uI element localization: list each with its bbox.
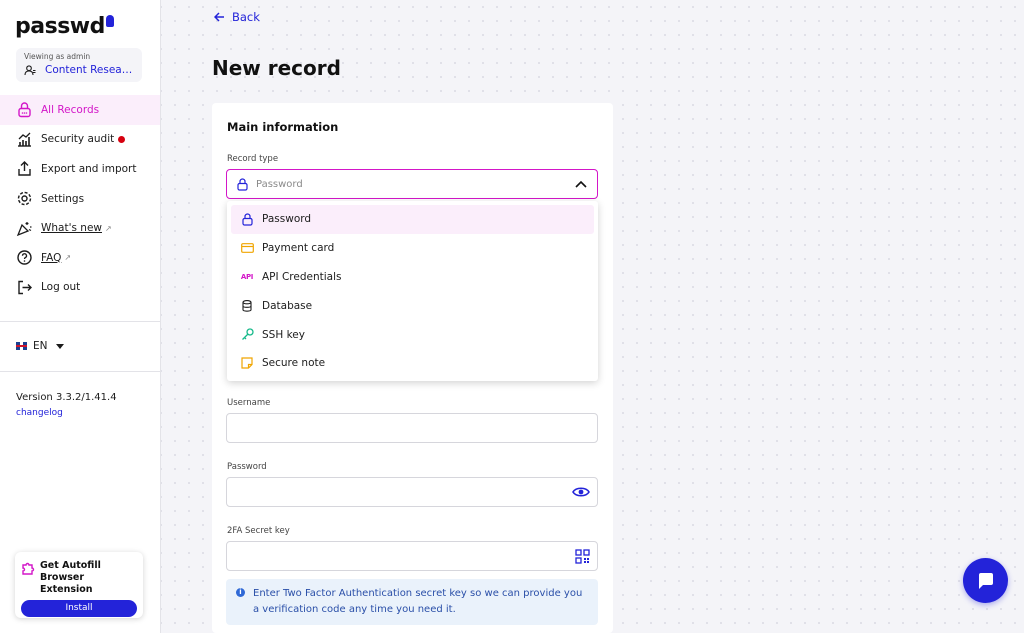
option-label: SSH key xyxy=(262,328,305,341)
caret-down-icon xyxy=(55,343,64,349)
key-icon xyxy=(240,328,254,341)
user-group-icon xyxy=(24,64,36,75)
record-type-select[interactable]: Password xyxy=(226,169,598,199)
record-type-dropdown: Password Payment card API API Credential… xyxy=(227,201,598,381)
sparkle-icon xyxy=(16,221,32,236)
password-input[interactable] xyxy=(226,477,598,507)
chat-button[interactable] xyxy=(963,558,1008,603)
option-ssh-key[interactable]: SSH key xyxy=(231,320,594,349)
option-label: Payment card xyxy=(262,242,335,255)
option-database[interactable]: Database xyxy=(231,291,594,320)
logo-dot-icon xyxy=(105,15,114,27)
api-glyph: API xyxy=(240,272,254,281)
autofill-promo: Get Autofill Browser Extension Install xyxy=(15,552,143,618)
option-secure-note[interactable]: Secure note xyxy=(231,349,594,378)
upload-icon xyxy=(18,161,31,177)
sidebar-divider xyxy=(0,321,160,322)
sidebar-item-export-import[interactable]: Export and import xyxy=(0,154,160,184)
puzzle-icon xyxy=(22,562,35,575)
app-logo[interactable]: passwd xyxy=(15,14,114,39)
external-link-icon: ↗ xyxy=(105,223,112,233)
option-label: Secure note xyxy=(262,357,326,370)
language-selector[interactable]: EN xyxy=(16,340,64,352)
autofill-header: Get Autofill Browser Extension xyxy=(21,560,137,596)
section-title: Main information xyxy=(227,120,339,134)
info-banner: i Enter Two Factor Authentication secret… xyxy=(226,579,598,625)
language-code: EN xyxy=(33,340,48,352)
card-icon xyxy=(240,243,254,254)
question-icon xyxy=(17,250,32,265)
note-icon xyxy=(240,357,254,369)
arrow-left-icon xyxy=(214,12,224,22)
app-logo-text: passwd xyxy=(15,14,105,39)
lock-icon xyxy=(240,213,254,226)
secret-key-input[interactable] xyxy=(226,541,598,571)
option-label: Password xyxy=(262,213,312,226)
sidebar-item-faq[interactable]: FAQ ↗ xyxy=(0,243,160,273)
autofill-title: Get Autofill Browser Extension xyxy=(40,560,101,595)
alert-badge xyxy=(118,135,126,143)
sidebar-item-label: Security audit xyxy=(41,133,115,146)
sidebar-item-label: Log out xyxy=(41,281,81,294)
api-icon: API xyxy=(240,273,254,281)
sidebar-item-all-records[interactable]: All Records xyxy=(0,95,160,125)
sidebar-item-whats-new[interactable]: What's new ↗ xyxy=(0,213,160,243)
option-password[interactable]: Password xyxy=(231,205,594,234)
viewing-as-name: Content Research xyxy=(45,64,133,76)
sidebar-item-label: Export and import xyxy=(41,162,137,175)
sidebar-item-label: Settings xyxy=(41,192,85,205)
page-title: New record xyxy=(212,56,341,80)
eye-icon[interactable] xyxy=(572,485,590,499)
chart-icon xyxy=(18,132,31,147)
option-payment-card[interactable]: Payment card xyxy=(231,234,594,263)
option-label: Database xyxy=(262,299,313,312)
option-api-credentials[interactable]: API API Credentials xyxy=(231,263,594,292)
username-input[interactable] xyxy=(226,413,598,443)
sidebar-item-label: All Records xyxy=(41,103,100,116)
lock-icon xyxy=(237,177,248,191)
option-label: API Credentials xyxy=(262,270,342,283)
sidebar-nav: All Records Security audit Export and im… xyxy=(0,95,160,302)
back-label: Back xyxy=(232,10,260,24)
sidebar: passwd Viewing as admin Content Research… xyxy=(0,0,161,633)
chat-bubble-icon xyxy=(978,572,993,589)
info-icon: i xyxy=(236,588,245,597)
sidebar-item-label: FAQ xyxy=(41,251,62,264)
qr-code-icon[interactable] xyxy=(575,549,590,564)
record-type-label: Record type xyxy=(227,154,279,164)
sidebar-item-log-out[interactable]: Log out xyxy=(0,273,160,303)
install-extension-button[interactable]: Install xyxy=(21,600,137,617)
viewing-as-label: Viewing as admin xyxy=(24,52,91,61)
username-label: Username xyxy=(227,398,271,408)
info-text: Enter Two Factor Authentication secret k… xyxy=(253,588,583,615)
database-icon xyxy=(240,299,254,312)
external-link-icon: ↗ xyxy=(64,253,72,263)
sidebar-item-label: What's new xyxy=(41,222,102,235)
sidebar-item-settings[interactable]: Settings xyxy=(0,184,160,214)
chevron-up-icon[interactable] xyxy=(575,180,587,188)
record-type-value: Password xyxy=(256,178,303,190)
back-link[interactable]: Back xyxy=(214,10,260,24)
secret-key-label: 2FA Secret key xyxy=(227,526,290,536)
lock-icon xyxy=(18,102,31,118)
viewing-as-selector[interactable]: Viewing as admin Content Research xyxy=(16,48,142,82)
changelog-link[interactable]: changelog xyxy=(16,408,63,418)
viewing-as-row: Content Research xyxy=(24,64,134,76)
sidebar-item-security-audit[interactable]: Security audit xyxy=(0,125,160,155)
gear-icon xyxy=(17,191,32,206)
logout-icon xyxy=(18,280,32,295)
uk-flag-icon xyxy=(16,342,27,350)
password-label: Password xyxy=(227,462,267,472)
version-text: Version 3.3.2/1.41.4 xyxy=(16,392,117,403)
sidebar-divider xyxy=(0,371,160,372)
